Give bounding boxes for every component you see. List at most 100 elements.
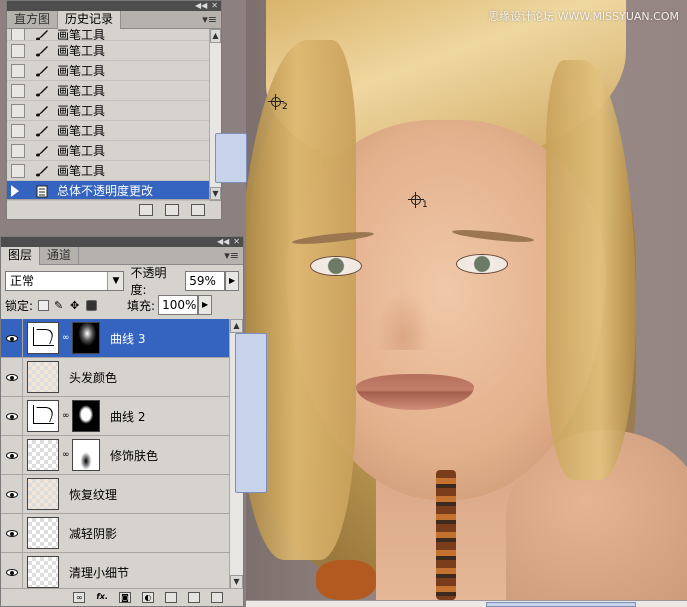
lock-transparency-icon[interactable] xyxy=(38,299,50,311)
blend-mode-select[interactable]: 正常 ▼ xyxy=(5,271,125,291)
visibility-toggle[interactable] xyxy=(1,474,23,514)
history-item-label: 画笔工具 xyxy=(57,164,106,178)
scrollbar-thumb[interactable] xyxy=(486,602,636,607)
visibility-toggle[interactable] xyxy=(1,357,23,397)
new-layer-icon[interactable] xyxy=(188,592,200,603)
lock-all-icon[interactable] xyxy=(86,299,98,311)
history-item[interactable]: 画笔工具 xyxy=(7,61,209,81)
blend-mode-value: 正常 xyxy=(10,274,35,288)
link-icon[interactable]: ∞ xyxy=(62,411,70,421)
adjustment-layer-icon[interactable]: ◐ xyxy=(142,592,154,603)
snapshot-source-checkbox[interactable] xyxy=(11,103,25,118)
fx-icon[interactable]: fx. xyxy=(96,592,108,603)
brush-icon xyxy=(36,45,48,56)
brush-icon xyxy=(36,85,48,96)
history-item[interactable]: 画笔工具 xyxy=(7,41,209,61)
collapse-icon[interactable]: ◀◀ xyxy=(217,238,229,246)
tab-layers[interactable]: 图层 xyxy=(1,247,41,265)
history-item[interactable]: 画笔工具 xyxy=(7,161,209,181)
layer-name: 曲线 2 xyxy=(110,409,146,424)
layer-row[interactable]: 清理小细节 xyxy=(1,552,229,589)
lock-position-icon[interactable]: ✥ xyxy=(70,300,81,311)
layer-mask-thumbnail[interactable] xyxy=(72,322,100,354)
layer-row[interactable]: ∞ 曲线 2 xyxy=(1,396,229,436)
scrollbar-thumb[interactable] xyxy=(215,133,247,183)
history-item[interactable]: 画笔工具 xyxy=(7,81,209,101)
tab-history[interactable]: 历史记录 xyxy=(58,11,122,29)
history-item-label: 画笔工具 xyxy=(57,64,106,78)
visibility-toggle[interactable] xyxy=(1,552,23,589)
scroll-up-icon[interactable]: ▲ xyxy=(230,319,243,333)
scroll-down-icon[interactable]: ▼ xyxy=(230,575,243,589)
layer-row[interactable]: 头发颜色 xyxy=(1,357,229,397)
panel-menu-icon[interactable]: ▾≡ xyxy=(202,13,217,26)
fill-slider-button[interactable]: ▶ xyxy=(198,295,213,315)
history-item[interactable]: 画笔工具 xyxy=(7,29,209,41)
trash-icon[interactable] xyxy=(191,203,205,216)
layer-mask-thumbnail[interactable] xyxy=(72,400,100,432)
opacity-label: 不透明度: xyxy=(130,266,167,297)
chevron-down-icon[interactable]: ▼ xyxy=(107,272,124,290)
panel-titlebar[interactable]: ◀◀ ✕ xyxy=(7,1,221,11)
layers-footer: ∞ fx. ◙ ◐ xyxy=(1,588,243,606)
snapshot-icon[interactable] xyxy=(165,203,179,216)
hair-right-strand xyxy=(546,60,636,480)
link-layers-icon[interactable]: ∞ xyxy=(73,592,86,603)
eye-icon xyxy=(5,334,18,342)
layer-mask-thumbnail[interactable] xyxy=(72,439,100,471)
trash-icon[interactable] xyxy=(211,592,223,603)
tab-histogram[interactable]: 直方图 xyxy=(7,11,59,29)
opacity-slider-button[interactable]: ▶ xyxy=(225,271,239,291)
close-icon[interactable]: ✕ xyxy=(211,2,218,10)
history-item[interactable]: 画笔工具 xyxy=(7,101,209,121)
layer-row[interactable]: ∞ 曲线 3 xyxy=(1,319,229,358)
link-icon[interactable]: ∞ xyxy=(62,333,70,343)
color-sampler-icon[interactable]: 1 xyxy=(408,192,428,210)
new-document-from-state-icon[interactable] xyxy=(139,203,153,216)
scrollbar-thumb[interactable] xyxy=(235,333,267,493)
image-canvas[interactable]: 2 1 思缘设计论坛 WWW.MISSYUAN.COM xyxy=(246,0,687,600)
layer-row[interactable]: 减轻阴影 xyxy=(1,513,229,553)
snapshot-source-checkbox[interactable] xyxy=(11,143,25,158)
close-icon[interactable]: ✕ xyxy=(233,238,240,246)
history-item-selected[interactable]: 总体不透明度更改 xyxy=(7,181,209,201)
layer-row[interactable]: ∞ 修饰肤色 xyxy=(1,435,229,475)
history-item[interactable]: 画笔工具 xyxy=(7,141,209,161)
snapshot-source-checkbox[interactable] xyxy=(11,63,25,78)
layers-scrollbar[interactable]: ▲ ▼ xyxy=(229,319,267,589)
add-mask-icon[interactable]: ◙ xyxy=(119,592,131,603)
nose xyxy=(376,290,430,350)
scroll-up-icon[interactable]: ▲ xyxy=(210,29,221,43)
link-icon[interactable]: ∞ xyxy=(62,450,70,460)
collapse-icon[interactable]: ◀◀ xyxy=(195,2,207,10)
snapshot-source-checkbox[interactable] xyxy=(11,83,25,98)
layer-name: 曲线 3 xyxy=(110,331,146,346)
history-scrollbar[interactable]: ▲ ▼ xyxy=(209,29,247,201)
group-icon[interactable] xyxy=(165,592,177,603)
visibility-toggle[interactable] xyxy=(1,435,23,475)
lock-pixels-icon[interactable]: ✎ xyxy=(54,300,65,311)
layer-row[interactable]: 恢复纹理 xyxy=(1,474,229,514)
history-item[interactable]: 画笔工具 xyxy=(7,121,209,141)
history-tabs: 直方图 历史记录 ▾≡ xyxy=(7,11,221,29)
layer-list: ∞ 曲线 3 头发颜色 ∞ 曲线 2 ∞ 修饰肤色 恢复纹理 减轻阴影 清理小细… xyxy=(1,319,229,589)
history-state-arrow-icon xyxy=(11,185,19,197)
history-item-label: 画笔工具 xyxy=(57,29,106,41)
visibility-toggle[interactable] xyxy=(1,513,23,553)
fill-input[interactable]: 100% xyxy=(158,295,199,315)
canvas-horizontal-scrollbar[interactable] xyxy=(246,600,687,607)
visibility-toggle[interactable] xyxy=(1,319,23,358)
snapshot-source-checkbox[interactable] xyxy=(11,43,25,58)
visibility-toggle[interactable] xyxy=(1,396,23,436)
layers-tabs: 图层 通道 ▾≡ xyxy=(1,247,243,265)
panel-menu-icon[interactable]: ▾≡ xyxy=(224,249,239,262)
eye-icon xyxy=(5,451,18,459)
tab-channels[interactable]: 通道 xyxy=(40,247,80,265)
snapshot-source-checkbox[interactable] xyxy=(11,123,25,138)
snapshot-source-checkbox[interactable] xyxy=(11,163,25,178)
history-item-label: 画笔工具 xyxy=(57,144,106,158)
snapshot-source-checkbox[interactable] xyxy=(11,29,25,40)
opacity-input[interactable]: 59% xyxy=(185,271,226,291)
panel-titlebar[interactable]: ◀◀ ✕ xyxy=(1,237,243,247)
color-sampler-icon[interactable]: 2 xyxy=(268,94,288,112)
